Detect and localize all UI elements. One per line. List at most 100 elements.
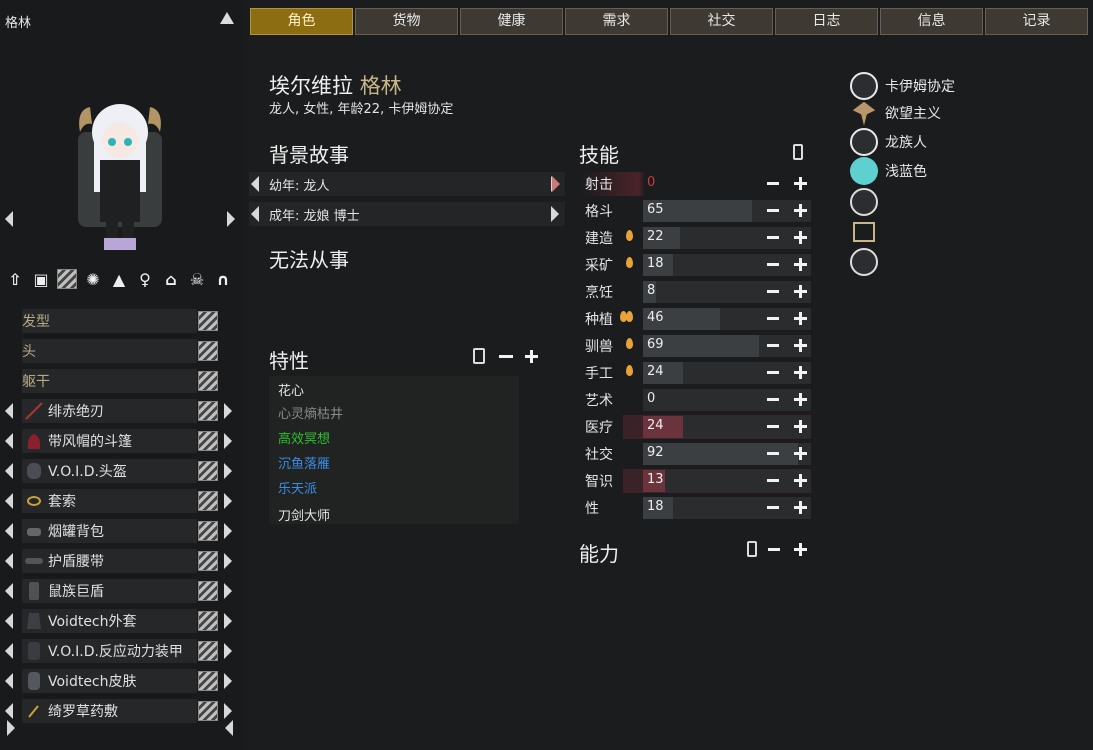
apparel-slot[interactable]: 绯赤绝刃 bbox=[5, 399, 232, 423]
decrease-skill-icon[interactable] bbox=[767, 479, 779, 482]
favorite-color-icon[interactable] bbox=[850, 157, 878, 185]
collapse-arrow-icon[interactable] bbox=[220, 12, 234, 24]
next-arrow-icon[interactable] bbox=[224, 673, 232, 689]
decrease-skill-icon[interactable] bbox=[767, 290, 779, 293]
skill-row[interactable]: 射击 0 bbox=[552, 172, 811, 196]
skill-row[interactable]: 手工 24 bbox=[579, 361, 811, 385]
apparel-slot[interactable]: 套索 bbox=[5, 489, 232, 513]
role-star-icon[interactable] bbox=[850, 188, 878, 216]
next-arrow-icon[interactable] bbox=[224, 433, 232, 449]
decrease-skill-icon[interactable] bbox=[767, 236, 779, 239]
increase-skill-icon[interactable] bbox=[794, 447, 807, 460]
apparel-slot[interactable]: V.O.I.D.反应动力装甲 bbox=[5, 639, 232, 663]
tab-records[interactable]: 记录 bbox=[985, 8, 1088, 35]
slot-hair[interactable]: 发型 bbox=[22, 309, 220, 333]
apparel-slot[interactable]: 带风帽的斗篷 bbox=[5, 429, 232, 453]
skill-row[interactable]: 性 18 bbox=[579, 496, 811, 520]
increase-skill-icon[interactable] bbox=[794, 177, 807, 190]
decrease-skill-icon[interactable] bbox=[767, 398, 779, 401]
randomize-icon[interactable] bbox=[198, 491, 218, 511]
increase-skill-icon[interactable] bbox=[794, 204, 807, 217]
skill-row[interactable]: 采矿 18 bbox=[579, 253, 811, 277]
prev-arrow-icon[interactable] bbox=[5, 583, 13, 599]
prev-arrow-icon[interactable] bbox=[5, 643, 13, 659]
prev-arrow-icon[interactable] bbox=[5, 613, 13, 629]
prev-arrow-icon[interactable] bbox=[251, 176, 259, 192]
skill-row[interactable]: 烹饪 8 bbox=[579, 280, 811, 304]
minus-icon[interactable] bbox=[499, 355, 513, 358]
randomize-icon[interactable] bbox=[198, 431, 218, 451]
decrease-skill-icon[interactable] bbox=[767, 209, 779, 212]
upload-icon[interactable]: ⇧ bbox=[4, 268, 26, 290]
apparel-slot[interactable]: 烟罐背包 bbox=[5, 519, 232, 543]
copy-icon[interactable] bbox=[793, 144, 803, 160]
decrease-skill-icon[interactable] bbox=[767, 182, 779, 185]
decrease-skill-icon[interactable] bbox=[767, 371, 779, 374]
tab-info[interactable]: 信息 bbox=[880, 8, 983, 35]
ideology-icon[interactable] bbox=[852, 101, 876, 126]
randomize-icon[interactable] bbox=[198, 641, 218, 661]
scroll-left-arrow-icon[interactable] bbox=[225, 720, 233, 736]
decrease-skill-icon[interactable] bbox=[767, 425, 779, 428]
skill-row[interactable]: 驯兽 69 bbox=[579, 334, 811, 358]
next-arrow-icon[interactable] bbox=[224, 523, 232, 539]
increase-skill-icon[interactable] bbox=[794, 393, 807, 406]
next-arrow-icon[interactable] bbox=[224, 613, 232, 629]
prev-arrow-icon[interactable] bbox=[5, 523, 13, 539]
randomize-icon[interactable] bbox=[198, 371, 218, 391]
next-arrow-icon[interactable] bbox=[224, 643, 232, 659]
prev-pawn-arrow-icon[interactable] bbox=[5, 211, 13, 227]
increase-skill-icon[interactable] bbox=[794, 258, 807, 271]
info-row[interactable] bbox=[850, 188, 878, 216]
trait-item[interactable]: 乐天派 bbox=[278, 478, 317, 497]
skill-row[interactable]: 艺术 0 bbox=[579, 388, 811, 412]
randomize-icon[interactable] bbox=[198, 671, 218, 691]
backstory-adulthood-row[interactable]: 成年: 龙娘 博士 bbox=[249, 202, 565, 226]
apparel-slot[interactable]: V.O.I.D.头盔 bbox=[5, 459, 232, 483]
prev-arrow-icon[interactable] bbox=[5, 673, 13, 689]
info-row[interactable]: 浅蓝色 bbox=[850, 157, 927, 185]
psylink-icon[interactable] bbox=[850, 248, 878, 276]
next-pawn-arrow-icon[interactable] bbox=[227, 211, 235, 227]
skill-row[interactable]: 格斗 65 bbox=[579, 199, 811, 223]
randomize-icon[interactable] bbox=[198, 581, 218, 601]
apparel-slot[interactable]: Voidtech皮肤 bbox=[5, 669, 232, 693]
increase-skill-icon[interactable] bbox=[794, 501, 807, 514]
skull-icon[interactable]: ☠ bbox=[186, 268, 208, 290]
apparel-slot[interactable]: Voidtech外套 bbox=[5, 609, 232, 633]
slot-torso[interactable]: 躯干 bbox=[22, 369, 220, 393]
plus-icon[interactable] bbox=[794, 543, 807, 556]
tab-needs[interactable]: 需求 bbox=[565, 8, 668, 35]
randomize-icon[interactable] bbox=[198, 611, 218, 631]
copy-icon[interactable] bbox=[473, 348, 485, 364]
skill-row[interactable]: 社交 92 bbox=[579, 442, 811, 466]
prev-arrow-icon[interactable] bbox=[5, 463, 13, 479]
plus-icon[interactable] bbox=[525, 350, 538, 363]
randomize-icon[interactable] bbox=[56, 268, 78, 290]
randomize-icon[interactable] bbox=[198, 701, 218, 721]
next-arrow-icon[interactable] bbox=[224, 403, 232, 419]
slot-head[interactable]: 头 bbox=[22, 339, 220, 363]
increase-skill-icon[interactable] bbox=[794, 312, 807, 325]
backstory-childhood-row[interactable]: 幼年: 龙人 bbox=[249, 172, 565, 196]
headphones-icon[interactable]: ∩ bbox=[212, 268, 234, 290]
apparel-slot[interactable]: 鼠族巨盾 bbox=[5, 579, 232, 603]
prev-arrow-icon[interactable] bbox=[251, 206, 259, 222]
decrease-skill-icon[interactable] bbox=[767, 506, 779, 509]
info-row[interactable] bbox=[850, 218, 875, 246]
trait-item[interactable]: 心灵熵枯井 bbox=[278, 403, 343, 422]
trait-item[interactable]: 刀剑大师 bbox=[278, 505, 330, 524]
tab-log[interactable]: 日志 bbox=[775, 8, 878, 35]
female-icon[interactable]: ♀ bbox=[134, 268, 156, 290]
xenotype-icon[interactable] bbox=[850, 128, 878, 156]
increase-skill-icon[interactable] bbox=[794, 339, 807, 352]
increase-skill-icon[interactable] bbox=[794, 366, 807, 379]
trait-item[interactable]: 高效冥想 bbox=[278, 428, 330, 447]
info-row[interactable]: 卡伊姆协定 bbox=[850, 72, 955, 100]
next-arrow-icon[interactable] bbox=[224, 583, 232, 599]
hat-icon[interactable]: ▲ bbox=[108, 268, 130, 290]
info-row[interactable] bbox=[850, 248, 878, 276]
prev-arrow-icon[interactable] bbox=[5, 703, 13, 719]
decrease-skill-icon[interactable] bbox=[767, 344, 779, 347]
randomize-icon[interactable] bbox=[198, 401, 218, 421]
